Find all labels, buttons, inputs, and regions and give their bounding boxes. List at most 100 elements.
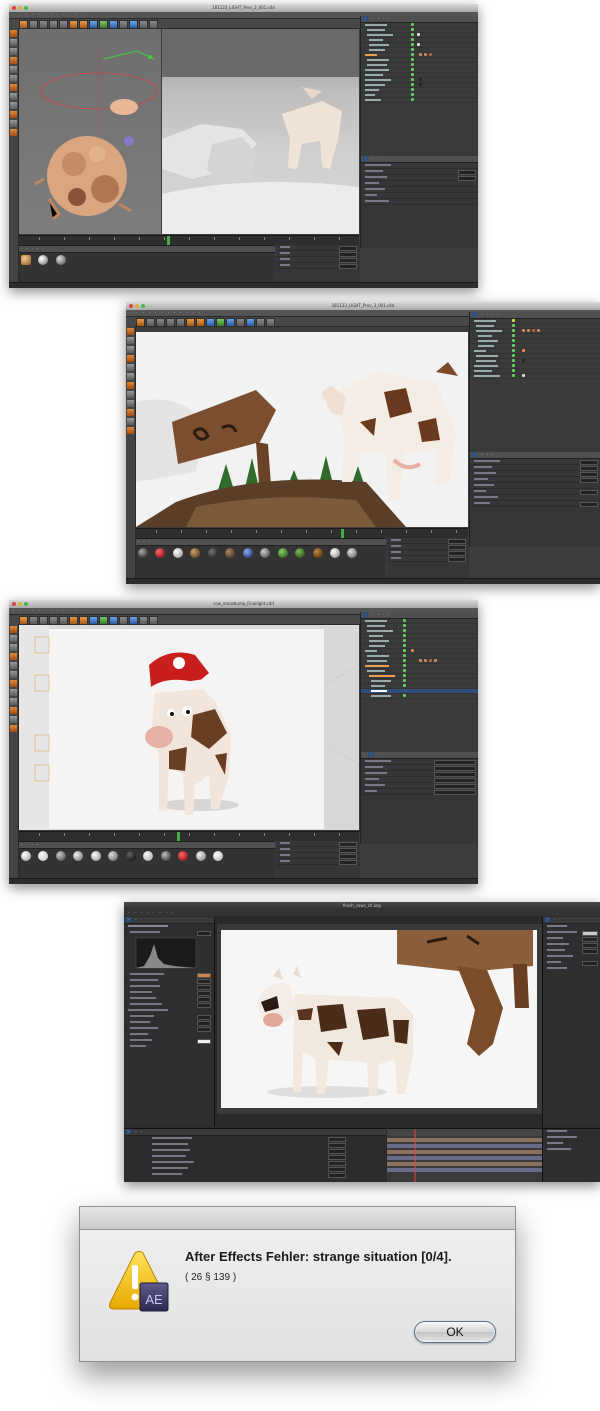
undo-icon[interactable] <box>19 616 28 625</box>
object-manager-tabs[interactable]: · · · · · <box>361 612 478 619</box>
material-swatch[interactable] <box>190 548 201 558</box>
array-icon[interactable] <box>226 318 235 327</box>
rotate-icon[interactable] <box>59 20 68 29</box>
animation-timeline[interactable] <box>19 235 359 245</box>
ok-button[interactable]: OK <box>414 1321 496 1343</box>
render-view-icon[interactable] <box>196 318 205 327</box>
info-panel[interactable]: · · <box>542 917 600 1127</box>
move-icon[interactable] <box>156 318 165 327</box>
preview-panel[interactable] <box>542 1128 600 1182</box>
material-swatch[interactable] <box>347 548 358 558</box>
cube-icon[interactable] <box>89 616 98 625</box>
light-icon[interactable] <box>266 318 275 327</box>
render-icon[interactable] <box>69 20 78 29</box>
scene-icon[interactable] <box>129 616 138 625</box>
material-manager[interactable]: · · · · · <box>19 245 275 284</box>
material-swatch[interactable] <box>108 851 119 861</box>
cube-icon[interactable] <box>89 20 98 29</box>
timeline-track-area[interactable] <box>387 1128 542 1182</box>
attribute-manager-panel[interactable]: · · · <box>360 156 478 248</box>
render-view-icon[interactable] <box>79 616 88 625</box>
material-swatch[interactable] <box>155 548 166 558</box>
material-swatch[interactable] <box>21 255 31 265</box>
material-swatch[interactable] <box>138 548 148 558</box>
nurbs-icon[interactable] <box>216 318 225 327</box>
animation-timeline[interactable] <box>19 831 359 841</box>
material-swatch[interactable] <box>260 548 271 558</box>
scale-icon[interactable] <box>49 20 58 29</box>
coordinates-panel[interactable] <box>276 841 360 879</box>
material-manager[interactable]: · · · · <box>136 538 386 579</box>
attribute-tabs[interactable]: · · · <box>361 752 478 759</box>
material-swatch[interactable] <box>295 548 306 558</box>
effect-controls-tabs[interactable]: · · <box>124 917 214 924</box>
object-manager-panel[interactable]: · · · · · <box>360 612 478 752</box>
layer-timeline-panel[interactable]: · · · <box>124 1128 386 1182</box>
material-swatch[interactable] <box>277 548 288 558</box>
material-manager[interactable]: · · · · <box>19 841 275 880</box>
material-swatch[interactable] <box>55 851 66 861</box>
deformer-icon[interactable] <box>119 616 128 625</box>
material-swatch[interactable] <box>21 851 31 861</box>
select-icon[interactable] <box>29 20 38 29</box>
array-icon[interactable] <box>109 616 118 625</box>
coordinates-panel[interactable] <box>387 538 469 578</box>
perspective-viewport[interactable] <box>19 29 161 234</box>
dialog-titlebar[interactable] <box>80 1207 515 1230</box>
rotate-icon[interactable] <box>176 318 185 327</box>
material-swatch[interactable] <box>172 548 183 558</box>
light-icon[interactable] <box>149 20 158 29</box>
render-icon[interactable] <box>186 318 195 327</box>
left-tool-palette[interactable] <box>9 624 19 884</box>
effect-controls-panel[interactable]: · · <box>124 917 215 1127</box>
render-viewport[interactable] <box>136 332 468 527</box>
deformer-icon[interactable] <box>119 20 128 29</box>
deformer-icon[interactable] <box>236 318 245 327</box>
undo-icon[interactable] <box>19 20 28 29</box>
material-swatch[interactable] <box>212 851 223 861</box>
scale-icon[interactable] <box>49 616 58 625</box>
material-swatch[interactable] <box>90 851 101 861</box>
light-icon[interactable] <box>149 616 158 625</box>
menu-bar[interactable]: · · · · · · · · <box>124 910 600 917</box>
render-view-icon[interactable] <box>79 20 88 29</box>
select-icon[interactable] <box>146 318 155 327</box>
coordinates-panel[interactable] <box>276 245 360 283</box>
attribute-manager-panel[interactable]: · · · <box>360 752 478 844</box>
composition-viewer[interactable] <box>217 924 542 1114</box>
move-icon[interactable] <box>39 20 48 29</box>
camera-icon[interactable] <box>139 616 148 625</box>
material-swatch[interactable] <box>178 851 189 861</box>
attribute-manager-panel[interactable]: · · · · <box>469 452 600 547</box>
animation-timeline[interactable] <box>136 528 468 538</box>
object-manager-panel[interactable]: · · · · · <box>360 16 478 156</box>
object-manager-panel[interactable]: · · · · · <box>469 312 600 452</box>
material-swatch[interactable] <box>329 548 340 558</box>
left-tool-palette[interactable] <box>126 326 136 584</box>
nurbs-icon[interactable] <box>99 616 108 625</box>
material-swatch[interactable] <box>312 548 323 558</box>
material-swatch[interactable] <box>242 548 253 558</box>
material-swatch[interactable] <box>195 851 206 861</box>
rotate-icon[interactable] <box>59 616 68 625</box>
object-manager-tabs[interactable]: · · · · · <box>470 312 600 319</box>
array-icon[interactable] <box>109 20 118 29</box>
move-icon[interactable] <box>39 616 48 625</box>
render-icon[interactable] <box>69 616 78 625</box>
material-swatch[interactable] <box>160 851 171 861</box>
select-icon[interactable] <box>29 616 38 625</box>
attribute-tabs[interactable]: · · · <box>361 156 478 163</box>
scene-icon[interactable] <box>246 318 255 327</box>
material-swatch[interactable] <box>38 851 49 861</box>
material-swatch[interactable] <box>55 255 66 265</box>
material-swatch[interactable] <box>143 851 154 861</box>
cube-icon[interactable] <box>206 318 215 327</box>
material-swatch[interactable] <box>125 851 136 861</box>
nurbs-icon[interactable] <box>99 20 108 29</box>
scale-icon[interactable] <box>166 318 175 327</box>
render-viewport[interactable] <box>19 625 359 830</box>
attribute-tabs[interactable]: · · · · <box>470 452 600 459</box>
camera-icon[interactable] <box>256 318 265 327</box>
material-swatch[interactable] <box>38 255 49 265</box>
render-viewport[interactable] <box>162 29 359 234</box>
